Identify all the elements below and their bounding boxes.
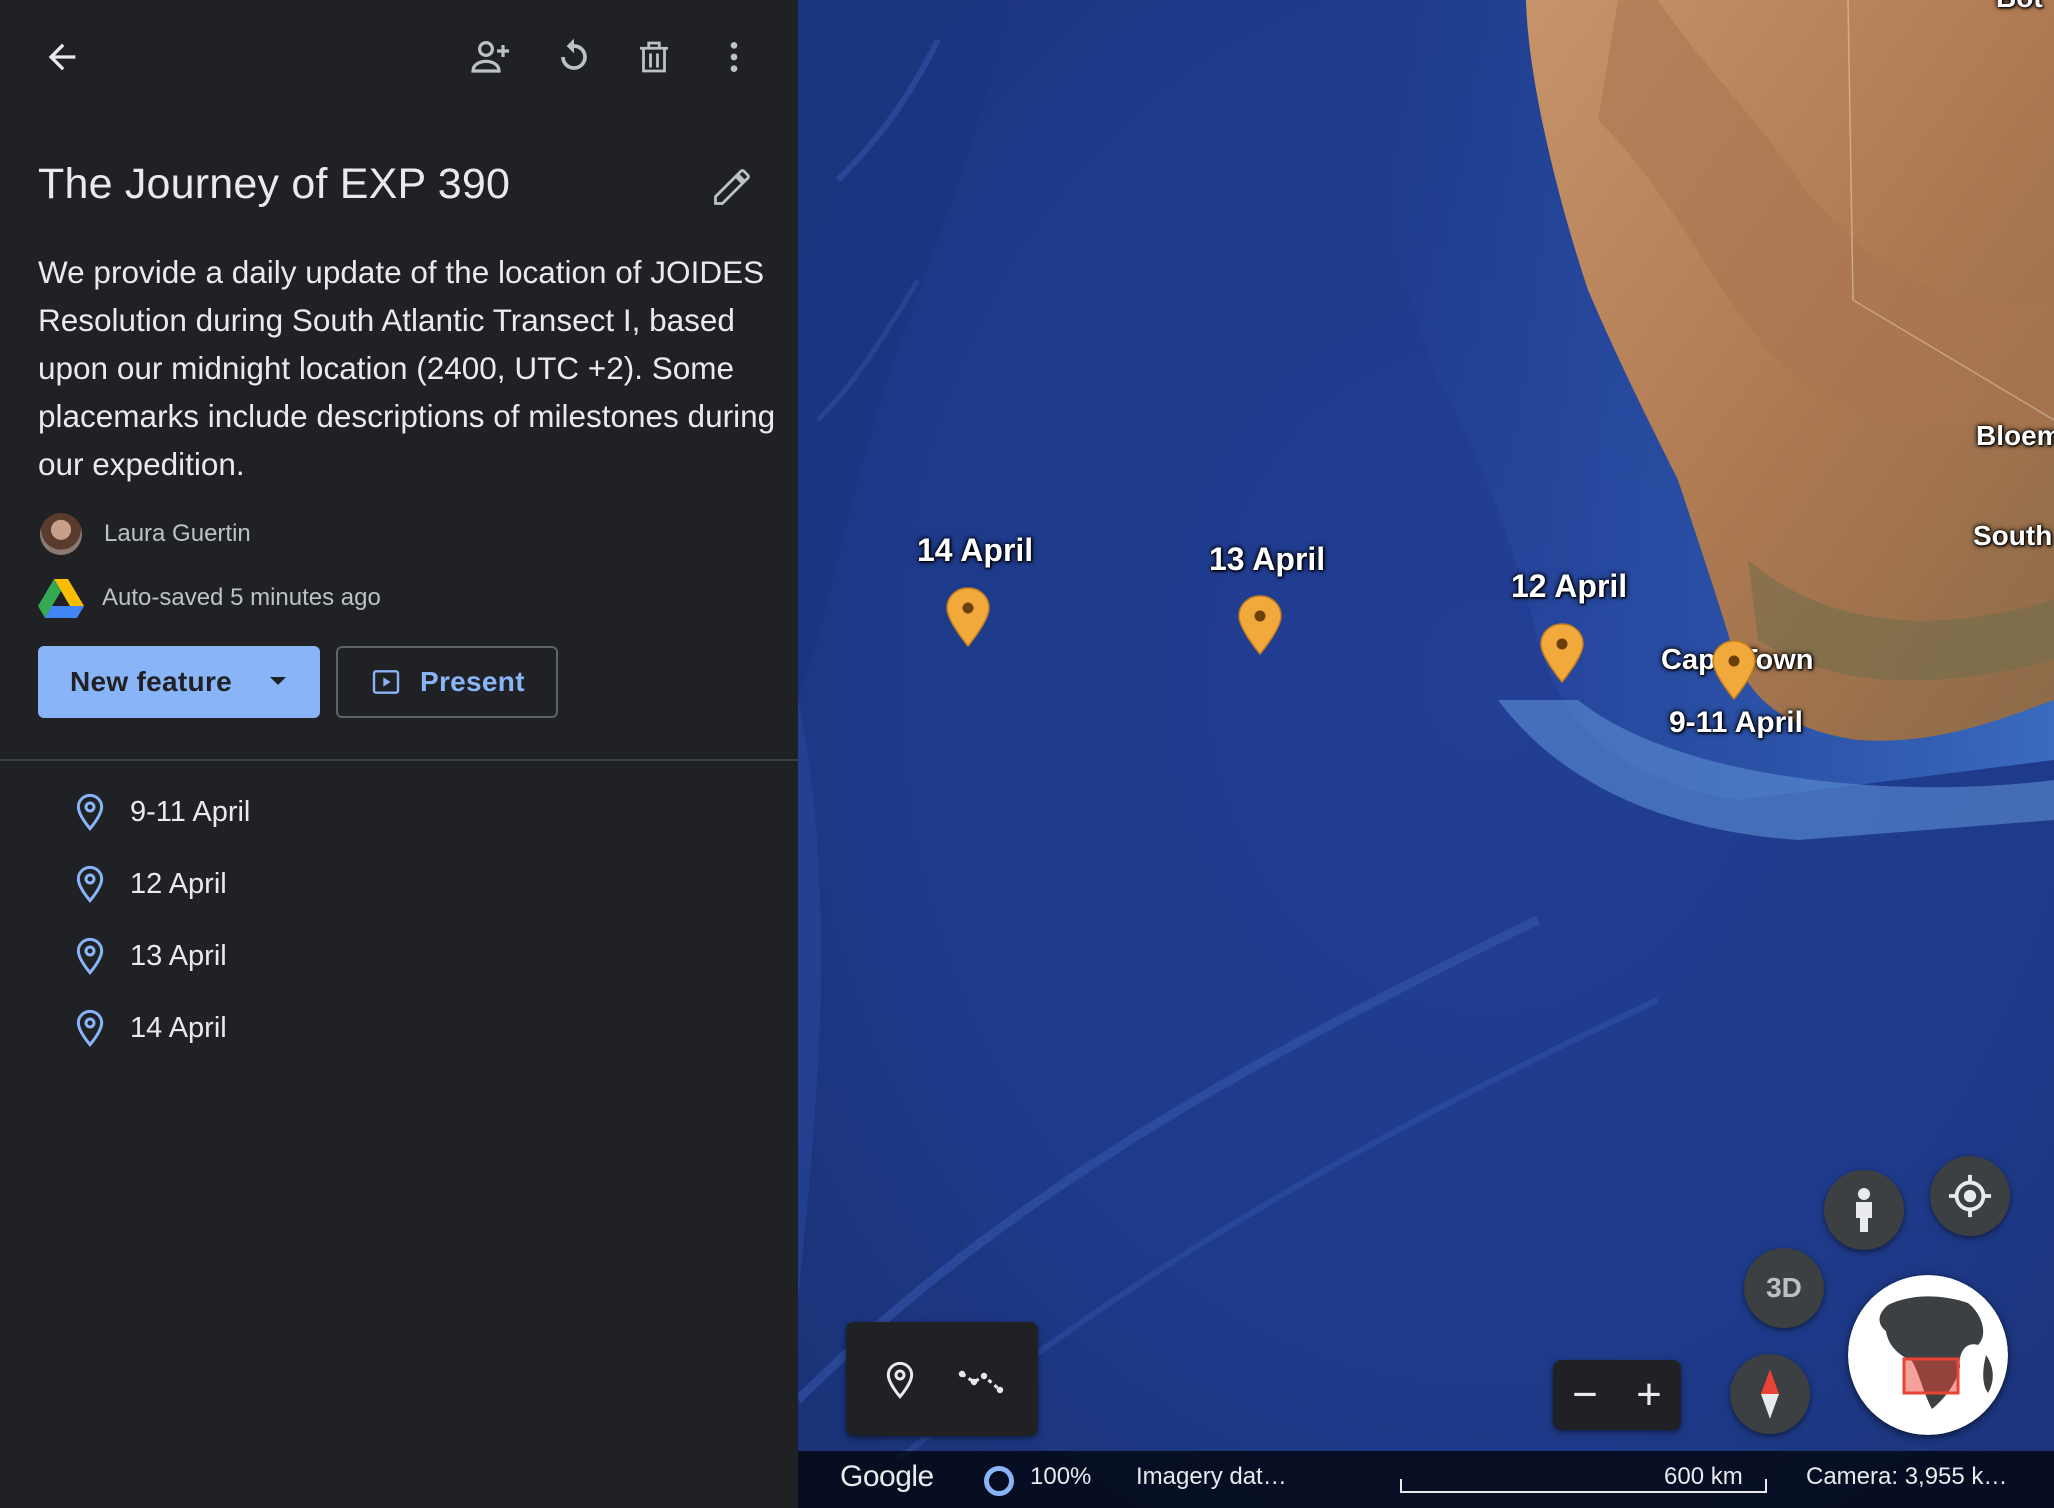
map-view[interactable]: Bot Bloem South Cape Town 14 April 13 Ap… (798, 0, 2054, 1508)
feature-item-13-april[interactable]: 13 April (0, 920, 798, 992)
place-label-top-right: Bot (1996, 0, 2043, 14)
crosshair-location-icon (1948, 1174, 1992, 1218)
new-feature-label: New feature (70, 666, 233, 697)
toggle-3d-button[interactable]: 3D (1744, 1248, 1824, 1328)
author-row: Laura Guertin (40, 512, 251, 556)
overview-globe[interactable] (1848, 1275, 2008, 1435)
scale-label: 600 km (1664, 1463, 1743, 1490)
feature-label: 9-11 April (130, 795, 251, 828)
feature-label: 12 April (130, 867, 227, 900)
project-panel: The Journey of EXP 390 We provide a dail… (0, 0, 798, 1508)
placemark-icon (76, 937, 104, 975)
placemark-marker-12-april[interactable] (1538, 622, 1586, 686)
google-drive-icon (38, 579, 84, 618)
compass-needle-icon (1761, 1369, 1779, 1419)
place-label-bloemfontein: Bloem (1976, 420, 2054, 451)
pegman-icon (1856, 1188, 1872, 1232)
divider (0, 759, 798, 761)
satellite-imagery (798, 0, 2054, 1508)
back-arrow-icon[interactable] (30, 25, 94, 89)
globe-minimap-icon (1848, 1275, 2008, 1435)
zoom-in-button[interactable]: + (1617, 1360, 1681, 1430)
zoom-controls: − + (1553, 1360, 1681, 1430)
compass-button[interactable] (1730, 1354, 1810, 1434)
edit-pencil-icon[interactable] (700, 155, 764, 219)
share-person-add-icon[interactable] (460, 25, 524, 89)
my-location-button[interactable] (1930, 1156, 2010, 1236)
more-vert-icon[interactable] (702, 25, 766, 89)
marker-label-14-april: 14 April (917, 532, 1034, 568)
placemark-icon (76, 1009, 104, 1047)
feature-item-12-april[interactable]: 12 April (0, 848, 798, 920)
placemark-marker-14-april[interactable] (944, 586, 992, 650)
present-label: Present (420, 666, 525, 697)
path-line-icon (958, 1370, 1004, 1394)
feature-label: 13 April (130, 939, 227, 972)
trash-icon[interactable] (622, 25, 686, 89)
loading-percent: 100% (1030, 1463, 1092, 1490)
placemark-icon (76, 865, 104, 903)
placemark-marker-13-april[interactable] (1236, 594, 1284, 658)
add-placemark-button[interactable] (868, 1348, 932, 1412)
draw-path-button[interactable] (950, 1348, 1014, 1412)
placemark-add-icon (886, 1361, 914, 1399)
street-view-pegman-button[interactable] (1824, 1170, 1904, 1250)
loading-ring-icon (984, 1466, 1014, 1496)
new-feature-button[interactable]: New feature (38, 646, 320, 718)
feature-list: 9-11 April 12 April 13 April 14 April (0, 776, 798, 1064)
place-label-south-africa: South (1973, 520, 2053, 551)
feature-item-9-11-april[interactable]: 9-11 April (0, 776, 798, 848)
feature-item-14-april[interactable]: 14 April (0, 992, 798, 1064)
refresh-icon[interactable] (542, 25, 606, 89)
placemark-icon (76, 793, 104, 831)
autosave-status: Auto-saved 5 minutes ago (102, 584, 381, 611)
project-title: The Journey of EXP 390 (38, 160, 511, 208)
panel-toolbar (0, 0, 798, 115)
status-bar: Google 100% Imagery dat… 600 km Camera: … (798, 1451, 2054, 1508)
placemark-marker-9-11-april[interactable] (1710, 639, 1758, 703)
zoom-out-button[interactable]: − (1553, 1360, 1617, 1430)
autosave-row: Auto-saved 5 minutes ago (38, 576, 381, 620)
present-slideshow-icon (372, 670, 400, 694)
present-button[interactable]: Present (336, 646, 558, 718)
camera-altitude: Camera: 3,955 k… (1806, 1463, 2008, 1490)
author-name: Laura Guertin (104, 520, 251, 547)
imagery-attribution[interactable]: Imagery dat… (1136, 1463, 1287, 1491)
avatar (40, 513, 82, 555)
marker-label-12-april: 12 April (1511, 568, 1628, 604)
marker-label-9-11-april: 9-11 April (1669, 706, 1803, 739)
feature-label: 14 April (130, 1011, 227, 1044)
project-description: We provide a daily update of the locatio… (38, 254, 776, 482)
google-logo: Google (840, 1460, 934, 1493)
drawing-tools (846, 1322, 1038, 1436)
dropdown-caret-icon (270, 677, 286, 685)
marker-label-13-april: 13 April (1209, 541, 1326, 577)
